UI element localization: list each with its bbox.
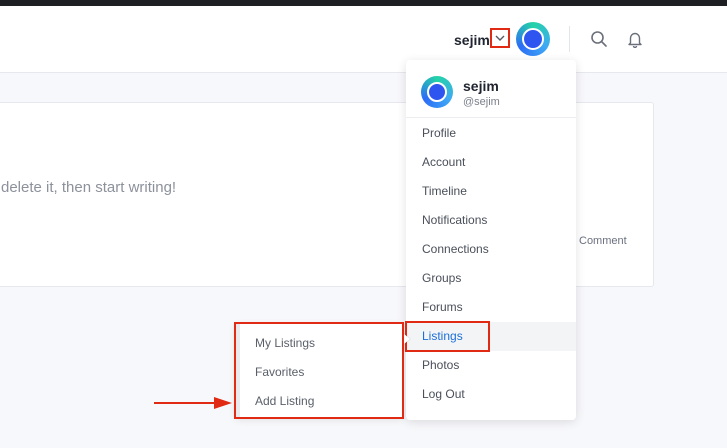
menu-item-photos[interactable]: Photos [406,351,576,380]
menu-item-log-out[interactable]: Log Out [406,380,576,409]
avatar-image [522,28,544,50]
header-avatar[interactable] [516,22,550,56]
submenu-caret-icon [403,333,410,345]
header-username[interactable]: sejim [454,32,490,48]
listings-highlight-box [405,321,490,352]
chevron-down-icon [495,35,505,41]
menu-username: sejim [463,78,499,94]
user-dropdown-menu: sejim @sejim Profile Account Timeline No… [406,60,576,420]
menu-user-header[interactable]: sejim @sejim [406,60,576,118]
menu-avatar [421,76,453,108]
comment-link[interactable]: Comment [579,235,627,247]
menu-item-timeline[interactable]: Timeline [406,177,576,206]
annotation-arrow-icon [214,397,232,409]
menu-item-forums[interactable]: Forums [406,293,576,322]
search-icon [591,31,607,47]
submenu-highlight-box [234,322,404,419]
notifications-button[interactable] [624,28,646,50]
top-header: sejim [0,6,727,73]
menu-item-connections[interactable]: Connections [406,235,576,264]
menu-item-account[interactable]: Account [406,148,576,177]
menu-user-handle: @sejim [463,96,500,108]
menu-item-profile[interactable]: Profile [406,119,576,148]
header-divider [569,26,570,52]
bell-icon [628,32,642,48]
annotation-arrow-line [154,402,216,404]
search-button[interactable] [588,28,610,50]
avatar-image [427,82,447,102]
user-menu-toggle-button[interactable] [490,28,510,48]
menu-item-groups[interactable]: Groups [406,264,576,293]
menu-item-notifications[interactable]: Notifications [406,206,576,235]
editor-placeholder-text[interactable]: delete it, then start writing! [1,179,176,196]
